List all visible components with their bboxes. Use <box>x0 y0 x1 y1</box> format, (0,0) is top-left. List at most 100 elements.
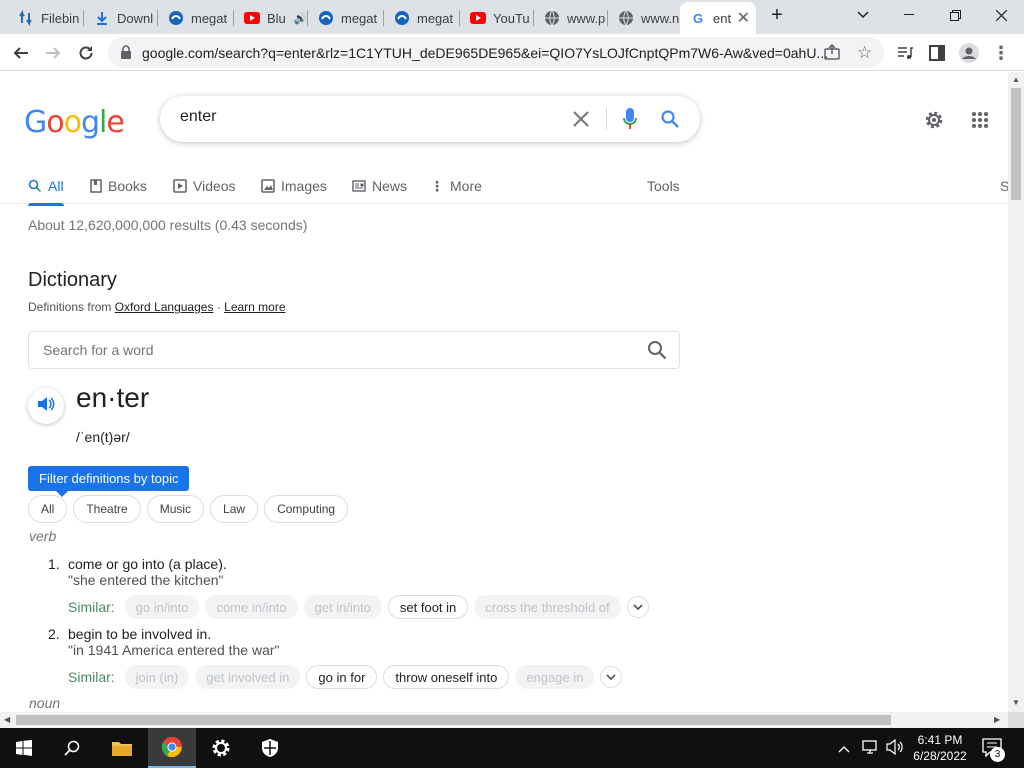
profile-avatar[interactable] <box>956 40 982 66</box>
tab-more[interactable]: ⋮ More <box>430 172 482 200</box>
synonym-link[interactable]: set foot in <box>387 595 469 619</box>
system-clock[interactable]: 6:41 PM 6/28/2022 <box>908 732 972 764</box>
browser-tab-filebin[interactable]: Filebin <box>8 5 84 31</box>
chrome-taskbar-button[interactable] <box>148 728 196 768</box>
restore-button[interactable] <box>932 0 978 30</box>
tab-images[interactable]: Images <box>261 172 327 200</box>
tab-news[interactable]: News <box>352 172 407 200</box>
network-icon[interactable] <box>862 739 880 760</box>
new-tab-button[interactable]: + <box>754 0 800 30</box>
search-icon[interactable] <box>647 340 667 365</box>
dictionary-search-input[interactable] <box>43 342 603 358</box>
forward-button[interactable] <box>40 40 66 66</box>
headword: en·ter <box>76 382 150 413</box>
tools-label: Tools <box>647 178 680 194</box>
tools-button[interactable]: Tools <box>647 172 680 200</box>
browser-tab-www-p[interactable]: www.p <box>534 5 608 31</box>
browser-tab-youtube[interactable]: YouTu <box>460 5 534 31</box>
similar-label: Similar: <box>68 599 115 615</box>
globe-icon <box>618 10 634 26</box>
synonym-chip: go in/into <box>124 595 200 619</box>
scroll-down-arrow-icon[interactable]: ▼ <box>1012 698 1020 707</box>
clock-time: 6:41 PM <box>917 733 963 747</box>
media-controls-icon[interactable] <box>892 40 918 66</box>
safesearch-button-cut[interactable]: S <box>1000 172 1008 200</box>
news-icon <box>352 180 366 192</box>
reload-button[interactable] <box>73 40 99 66</box>
browser-tab-download[interactable]: Downl <box>84 5 158 31</box>
file-explorer-button[interactable] <box>98 728 146 768</box>
topic-chip-computing[interactable]: Computing <box>264 495 349 523</box>
settings-taskbar-button[interactable] <box>197 728 245 768</box>
tab-search-chevron-icon[interactable] <box>840 0 886 30</box>
tab-videos[interactable]: Videos <box>173 172 236 200</box>
synonym-chip: engage in <box>515 665 595 689</box>
topic-chip-all[interactable]: All <box>28 495 68 523</box>
similar-words-row: Similar: join (in) get involved in go in… <box>68 665 623 689</box>
phonetic-spelling: /ˈen(t)ər/ <box>76 429 130 445</box>
side-panel-icon[interactable] <box>924 40 950 66</box>
tab-all[interactable]: All <box>28 172 64 206</box>
url-text[interactable]: google.com/search?q=enter&rlz=1C1YTUH_de… <box>142 45 832 61</box>
horizontal-scrollbar[interactable]: ◀ ▶ <box>0 712 1008 728</box>
expand-synonyms-chevron-icon[interactable] <box>600 666 623 688</box>
filter-by-topic-tooltip: Filter definitions by topic <box>28 466 190 497</box>
scroll-left-arrow-icon[interactable]: ◀ <box>4 715 10 724</box>
vertical-scrollbar[interactable]: ▲ ▼ <box>1008 72 1024 712</box>
similar-label: Similar: <box>68 669 115 685</box>
part-of-speech: noun <box>29 695 61 711</box>
tab-books[interactable]: Books <box>90 172 147 200</box>
voice-search-icon[interactable] <box>618 107 642 131</box>
clear-search-icon[interactable] <box>569 107 593 131</box>
topic-chip-law[interactable]: Law <box>210 495 259 523</box>
browser-tab-youtube-playing[interactable]: Blu 🔊 <box>234 5 308 31</box>
settings-gear-icon[interactable] <box>922 108 946 132</box>
share-icon[interactable] <box>824 43 840 65</box>
vertical-scroll-thumb[interactable] <box>1011 88 1021 200</box>
definition-example: "in 1941 America entered the war" <box>68 642 280 658</box>
synonym-link[interactable]: throw oneself into <box>383 665 510 689</box>
show-hidden-icons-chevron[interactable] <box>838 740 850 758</box>
topic-chip-theatre[interactable]: Theatre <box>73 495 141 523</box>
bookmark-star-icon[interactable]: ☆ <box>857 43 872 63</box>
browser-menu-icon[interactable]: ⋮ <box>988 40 1014 66</box>
tab-label: Blu <box>267 10 286 26</box>
lock-icon[interactable] <box>120 45 132 64</box>
google-logo[interactable]: Google <box>24 105 125 140</box>
expand-synonyms-chevron-icon[interactable] <box>626 596 649 618</box>
close-window-button[interactable] <box>978 0 1024 30</box>
address-bar[interactable]: google.com/search?q=enter&rlz=1C1YTUH_de… <box>108 37 884 68</box>
taskbar-search-button[interactable] <box>48 728 96 768</box>
filebin-icon <box>18 10 34 26</box>
windows-start-button[interactable] <box>0 728 48 768</box>
tab-label: ent <box>713 10 732 26</box>
search-results-page: Google All Books Videos Images News <box>0 72 1008 712</box>
browser-tab-mega-2[interactable]: megat <box>308 5 384 31</box>
search-input[interactable] <box>180 108 560 126</box>
back-button[interactable] <box>8 40 34 66</box>
definition-text: come or go into (a place). <box>68 556 227 572</box>
oxford-languages-link[interactable]: Oxford Languages <box>115 300 214 314</box>
topic-chip-music[interactable]: Music <box>146 495 205 523</box>
tab-label: Books <box>108 178 147 194</box>
synonym-link[interactable]: go in for <box>306 665 378 689</box>
minimize-button[interactable] <box>886 0 932 30</box>
browser-tab-mega-1[interactable]: megat <box>158 5 234 31</box>
search-box <box>160 96 700 142</box>
globe-icon <box>544 10 560 26</box>
pronunciation-speaker-button[interactable] <box>28 388 64 424</box>
close-tab-icon[interactable]: ✕ <box>737 8 750 28</box>
volume-icon[interactable] <box>886 738 904 760</box>
more-vertical-icon: ⋮ <box>430 177 444 194</box>
scroll-right-arrow-icon[interactable]: ▶ <box>994 715 1000 724</box>
search-submit-icon[interactable] <box>658 107 682 131</box>
learn-more-link[interactable]: Learn more <box>224 300 285 314</box>
browser-tab-google-active[interactable]: G ent ✕ <box>680 2 756 34</box>
google-apps-icon[interactable] <box>968 108 992 132</box>
security-taskbar-button[interactable] <box>246 728 294 768</box>
speaker-icon[interactable]: 🔊 <box>294 12 308 25</box>
browser-tab-www-n[interactable]: www.n <box>608 5 680 31</box>
horizontal-scroll-thumb[interactable] <box>16 715 891 725</box>
browser-tab-mega-3[interactable]: megat <box>384 5 460 31</box>
scroll-up-arrow-icon[interactable]: ▲ <box>1012 75 1020 84</box>
